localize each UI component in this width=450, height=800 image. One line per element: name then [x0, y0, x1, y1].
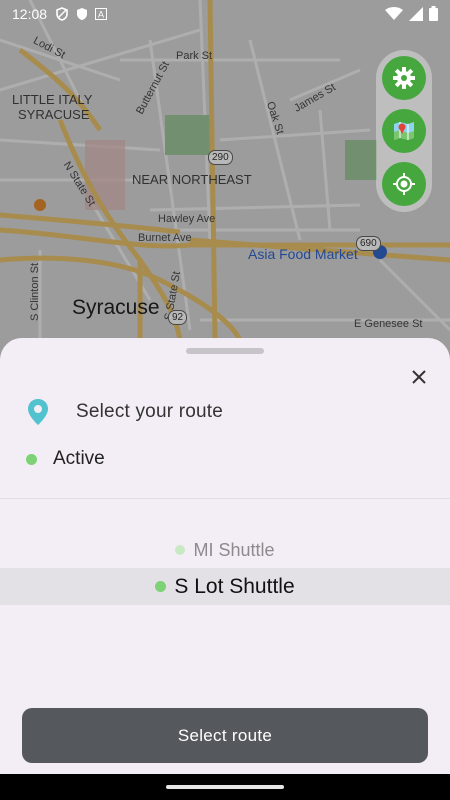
status-label: Active [53, 448, 105, 469]
map-controls [376, 50, 432, 212]
wifi-icon [385, 6, 403, 20]
route-option-selected[interactable]: S Lot Shuttle [0, 568, 450, 605]
map-icon [394, 122, 414, 140]
route-bottom-sheet: Select your route Active MI Shuttle S Lo… [0, 338, 450, 774]
close-icon [412, 370, 426, 384]
settings-button[interactable] [382, 56, 426, 100]
sheet-header: Select your route [24, 396, 223, 428]
signal-icon [409, 6, 423, 21]
divider [0, 498, 450, 499]
route-option[interactable]: MI Shuttle [0, 535, 450, 565]
route-status: Active [26, 446, 105, 472]
sheet-title: Select your route [76, 401, 224, 422]
route-status-dot [155, 581, 167, 592]
my-location-button[interactable] [382, 162, 426, 206]
location-pin-icon [28, 399, 48, 425]
route-status-dot [175, 545, 186, 555]
home-gesture-pill[interactable] [166, 785, 284, 789]
battery-icon [429, 6, 438, 21]
letter-a-icon: A [95, 7, 108, 20]
privacy-shield-icon [56, 6, 68, 21]
shield-filled-icon [77, 7, 88, 20]
navigation-bar [0, 774, 450, 800]
drag-handle[interactable] [186, 348, 264, 354]
svg-text:A: A [98, 9, 104, 19]
route-option-label: MI Shuttle [193, 539, 275, 560]
map-layers-button[interactable] [382, 109, 426, 153]
status-bar: 12:08 A [0, 0, 450, 27]
select-route-button[interactable]: Select route [22, 708, 428, 763]
route-option-label: S Lot Shuttle [174, 574, 295, 598]
status-time: 12:08 [12, 5, 48, 22]
status-dot [26, 453, 37, 465]
my-location-icon [393, 173, 415, 195]
close-button[interactable] [404, 362, 434, 392]
gear-icon [393, 67, 415, 89]
